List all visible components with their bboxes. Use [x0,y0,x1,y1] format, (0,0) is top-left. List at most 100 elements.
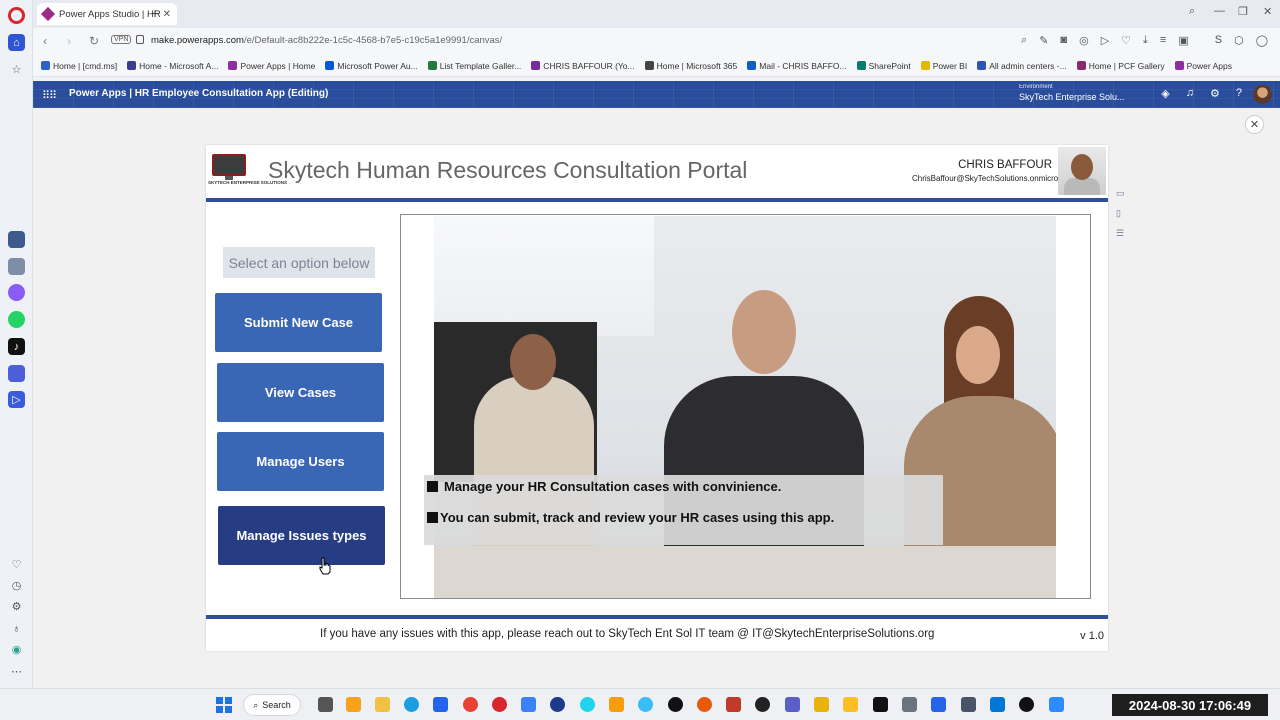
settings-icon[interactable]: ⚙ [8,598,25,615]
screen-size-icon[interactable]: ▭ [1116,188,1125,199]
bookmark-item[interactable]: Home | Microsoft 365 [644,61,737,71]
info-line: Manage your HR Consultation cases with c… [427,479,781,494]
data-icon[interactable]: ☰ [1116,228,1125,239]
edit-icon[interactable]: ✎ [1039,34,1048,47]
app-icon[interactable] [990,697,1005,712]
lock-icon[interactable] [136,35,144,44]
studio-title: Power Apps | HR Employee Consultation Ap… [69,88,329,99]
extensions-icon[interactable]: ⬡ [1234,34,1244,47]
bookmark-item[interactable]: Home - Microsoft A... [127,61,218,71]
copilot-icon[interactable]: ◈ [1161,87,1169,100]
extension-s-icon[interactable]: S [1215,34,1222,47]
bookmark-item[interactable]: Microsoft Power Au... [325,61,418,71]
manage-users-button[interactable]: Manage Users [217,432,384,491]
firefox-icon[interactable] [697,697,712,712]
phone-icon[interactable]: ▯ [1116,208,1125,219]
power-bi-icon[interactable] [814,697,829,712]
app-launcher-icon[interactable]: ⠿⠿ [42,89,57,102]
manage-issue-types-button[interactable]: Manage Issues types [218,506,385,565]
vpn-shield-icon[interactable]: ◎ [1079,34,1089,47]
app-icon[interactable] [550,697,565,712]
vpn-badge[interactable]: VPN [111,35,132,44]
bookmark-item[interactable]: Home | [cmd.ms] [41,61,117,71]
file-explorer-icon[interactable] [375,697,390,712]
windows-start-icon[interactable] [216,697,232,713]
camera-icon[interactable]: ◙ [1060,34,1067,47]
menu-icon[interactable]: ≡ [1160,34,1166,47]
address-input[interactable]: make.powerapps.com/e/Default-ac8b222e-1c… [151,35,502,46]
settings-icon[interactable] [1019,697,1034,712]
more-icon[interactable]: ⋯ [8,663,25,680]
opera-logo-icon[interactable] [8,7,25,24]
aria-icon[interactable] [8,231,25,248]
search-icon[interactable]: ⌕ [1021,34,1027,47]
account-icon[interactable]: ◉ [8,641,25,658]
store-icon[interactable] [433,697,448,712]
close-preview-icon[interactable]: ✕ [1245,115,1264,134]
clipboard-icon[interactable] [8,258,25,275]
help-icon[interactable]: ? [1236,87,1242,100]
chrome-icon[interactable] [463,697,478,712]
reload-icon[interactable]: ↻ [89,34,99,48]
sticky-notes-icon[interactable] [843,697,858,712]
view-cases-button[interactable]: View Cases [217,363,384,422]
canva-icon[interactable] [580,697,595,712]
notifications-icon[interactable]: ♫ [1186,87,1194,100]
settings-icon[interactable]: ⚙ [1210,87,1220,100]
bookmark-item[interactable]: CHRIS BAFFOUR (Yo... [531,61,635,71]
taskbar-search[interactable]: ⌕ Search [243,694,301,716]
bookmark-item[interactable]: Power BI [920,61,967,71]
edge-icon[interactable] [404,697,419,712]
play-icon[interactable]: ▷ [1101,34,1109,47]
bookmark-item[interactable]: Power Apps | Home [228,61,315,71]
notepad-icon[interactable] [931,697,946,712]
app-icon[interactable] [668,697,683,712]
widgets-icon[interactable] [346,697,361,712]
search-tabs-icon[interactable]: ⌕ [1189,5,1195,18]
player-icon[interactable]: ▷ [8,391,25,408]
close-window-icon[interactable]: ✕ [1263,5,1272,18]
whatsapp-icon[interactable] [8,311,25,328]
history-icon[interactable]: ◷ [8,577,25,594]
snipping-tool-icon[interactable] [902,697,917,712]
browser-sidebar: ⌂ ☆ ♪ ▷ ♡ ◷ ⚙ ♁ ◉ ⋯ [0,0,33,688]
lightbulb-icon[interactable]: ♁ [8,620,25,637]
new-tab-icon[interactable]: + [151,5,159,21]
download-icon[interactable]: ⤓ [1143,34,1148,47]
star-icon[interactable]: ☆ [8,61,25,78]
bookmark-item[interactable]: SharePoint [856,61,911,71]
bookmark-item[interactable]: Home | PCF Gallery [1076,61,1165,71]
forward-icon[interactable]: › [67,34,71,48]
heart-icon[interactable]: ♡ [8,556,25,573]
discord-icon[interactable] [8,365,25,382]
app-icon[interactable] [726,697,741,712]
vlc-icon[interactable] [609,697,624,712]
app-icon[interactable] [961,697,976,712]
bookmark-item[interactable]: List Template Galler... [427,61,521,71]
zoom-icon[interactable] [1049,697,1064,712]
power-automate-icon[interactable] [521,697,536,712]
bookmark-item[interactable]: Mail - CHRIS BAFFO... [747,61,847,71]
teams-icon[interactable] [785,697,800,712]
tiktok-icon[interactable]: ♪ [8,338,25,355]
opera-icon[interactable] [492,697,507,712]
restore-icon[interactable]: ❐ [1238,5,1248,18]
tiktok-icon[interactable] [873,697,888,712]
minimize-icon[interactable]: — [1214,5,1225,17]
environment-name[interactable]: SkyTech Enterprise Solu... [1019,92,1125,102]
media-player-icon[interactable] [755,697,770,712]
avatar[interactable] [1253,85,1272,104]
back-icon[interactable]: ‹ [43,34,47,48]
app-icon[interactable] [638,697,653,712]
favorite-icon[interactable]: ♡ [1121,34,1131,47]
home-icon[interactable]: ⌂ [8,34,25,51]
close-tab-icon[interactable]: ✕ [163,9,171,20]
account-icon[interactable]: ◯ [1256,34,1268,47]
bookmark-item[interactable]: All admin centers -... [977,61,1067,71]
submit-new-case-button[interactable]: Submit New Case [215,293,382,352]
taskbar-clock[interactable]: 2024-08-30 17:06:49 [1112,694,1268,716]
bookmark-item[interactable]: Power Apps [1174,61,1232,71]
task-view-icon[interactable] [318,697,333,712]
wallet-icon[interactable]: ▣ [1178,34,1188,47]
messenger-icon[interactable] [8,284,25,301]
